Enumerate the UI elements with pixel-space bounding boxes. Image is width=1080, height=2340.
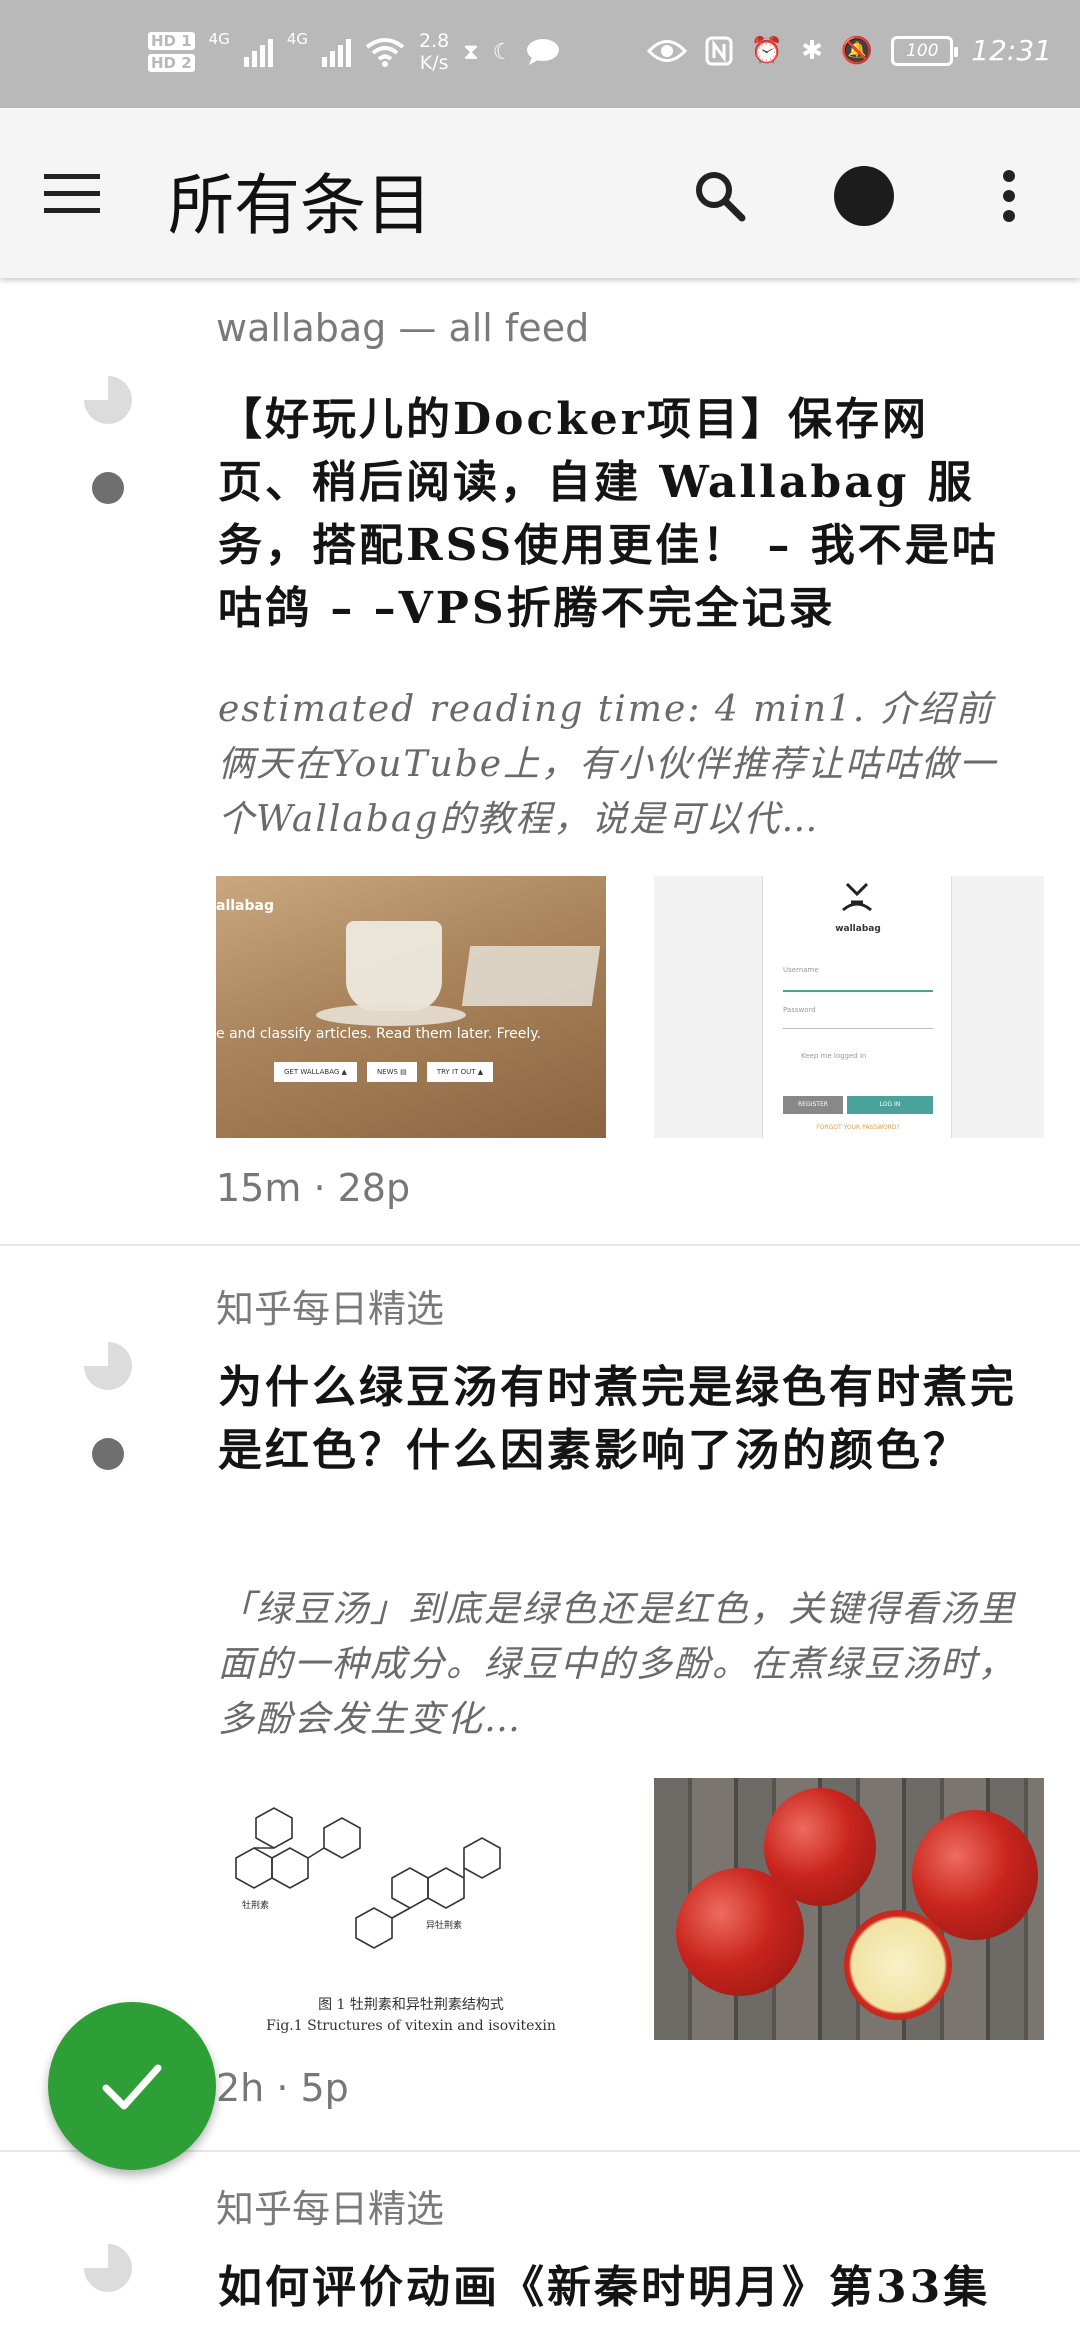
feed-name: 知乎每日精选 (216, 2187, 445, 2231)
chemical-structure-image: 牡荆素 异牡荆素 (235, 1807, 501, 1949)
speed-unit: K/s (419, 52, 449, 74)
wifi-icon (365, 38, 405, 67)
hd1-label: HD 1 (148, 32, 195, 50)
network-speed: 2.8 K/s (419, 30, 449, 74)
cup-image (346, 921, 442, 1011)
entry-excerpt: estimated reading time: 4 min1. 介绍前俩天在Yo… (218, 689, 998, 840)
thumbnail-buttons: GET WALLABAG ▲ NEWS ▤ TRY IT OUT ▲ (274, 1062, 494, 1082)
figure-caption-en: Fig.1 Structures of vitexin and isovitex… (266, 2018, 556, 2034)
papers-image (461, 946, 601, 1006)
network-type-2: 4G (286, 30, 309, 48)
unread-dot (92, 472, 124, 504)
entry-title[interactable]: 【好玩儿的Docker项目】保存网页、稍后阅读，自建 Wallabag 服务，搭… (218, 388, 1018, 640)
thumbnail-brand: allabag (216, 898, 274, 914)
password-line (783, 1028, 933, 1029)
compound-label-left: 牡荆素 (242, 1899, 269, 1911)
list-item[interactable]: 知乎每日精选 如何评价动画《新秦时明月》第33集 (0, 2152, 1080, 2340)
moon-icon: ☾ (492, 39, 513, 65)
figure-caption-cn: 图 1 牡荆素和异牡荆素结构式 (318, 1997, 504, 2013)
avatar[interactable] (834, 166, 894, 226)
app-bar: 所有条目 (0, 108, 1080, 278)
menu-icon[interactable] (44, 174, 100, 214)
bluetooth-icon: ✱ (801, 35, 823, 66)
feed-name: wallabag — all feed (216, 306, 590, 350)
username-line (783, 990, 933, 992)
thumb-button-get: GET WALLABAG ▲ (274, 1062, 357, 1082)
network-type-1: 4G (208, 30, 230, 48)
speed-value: 2.8 (419, 30, 450, 52)
list-item[interactable]: wallabag — all feed 【好玩儿的Docker项目】保存网页、稍… (0, 278, 1080, 1246)
more-options-icon[interactable] (998, 166, 1020, 226)
thumbnail-tagline: e and classify articles. Read them later… (216, 1026, 541, 1042)
mark-read-icon[interactable] (84, 376, 132, 424)
entry-meta: 2h · 5p (216, 2066, 349, 2110)
clock: 12:31 (971, 34, 1052, 67)
alarm-icon: ⏰ (750, 35, 784, 66)
remember-label: Keep me logged in (801, 1052, 867, 1060)
sim-indicator: HD 1 HD 2 (148, 32, 195, 72)
entry-thumbnail: 牡荆素 异牡荆素 图 1 牡荆素和异牡荆素结构式 Fig.1 Structure… (216, 1778, 606, 2040)
compound-label-right: 异牡荆素 (426, 1919, 462, 1931)
mark-read-icon[interactable] (84, 2244, 132, 2292)
nfc-icon (705, 36, 733, 65)
entry-meta: 15m · 28p (216, 1166, 411, 1210)
entry-title[interactable]: 如何评价动画《新秦时明月》第33集 (218, 2256, 1018, 2319)
thumb-button-news: NEWS ▤ (366, 1062, 417, 1082)
saucer-image (316, 1004, 466, 1026)
wallabag-logo-icon (842, 882, 872, 912)
hourglass-icon: ⧗ (463, 39, 479, 65)
message-icon (527, 39, 560, 65)
status-bar: HD 1 HD 2 4G 4G 2.8 K/s ⧗ ☾ ⏰ ✱ 🔕 100 12… (0, 0, 1080, 108)
signal-icon-2 (322, 37, 352, 67)
login-logo-text: wallabag (835, 924, 881, 934)
battery-level: 100 (906, 40, 939, 61)
forgot-label: FORGOT YOUR PASSWORD? (816, 1124, 900, 1131)
username-label: Username (783, 966, 819, 974)
entry-thumbnail: allabag e and classify articles. Read th… (216, 876, 606, 1138)
login-panel: wallabag Username Password Keep me logge… (762, 876, 952, 1138)
mark-all-read-button[interactable] (48, 2002, 216, 2170)
search-icon[interactable] (690, 166, 750, 226)
entry-excerpt: 「绿豆汤」到底是绿色还是红色，关键得看汤里面的一种成分。绿豆中的多酚。在煮绿豆汤… (218, 1589, 1017, 1740)
mute-icon: 🔕 (840, 35, 874, 66)
apple-half-image (844, 1910, 952, 2020)
eye-icon (646, 39, 687, 62)
login-label: LOG IN (847, 1096, 933, 1114)
signal-icon-1 (243, 37, 273, 67)
page-title: 所有条目 (168, 167, 432, 244)
register-label: REGISTER (783, 1096, 843, 1114)
check-icon (102, 2064, 162, 2110)
battery-icon: 100 (891, 35, 959, 66)
password-label: Password (783, 1006, 816, 1014)
entry-title[interactable]: 为什么绿豆汤有时煮完是绿色有时煮完是红色？什么因素影响了汤的颜色？ (218, 1356, 1018, 1482)
mark-read-icon[interactable] (84, 1342, 132, 1390)
apple-image (676, 1868, 804, 1996)
unread-dot (92, 1438, 124, 1470)
entry-thumbnail (654, 1778, 1044, 2040)
thumb-button-try: TRY IT OUT ▲ (426, 1062, 494, 1082)
entry-thumbnail: wallabag Username Password Keep me logge… (654, 876, 1044, 1138)
hd2-label: HD 2 (148, 54, 195, 72)
feed-name: 知乎每日精选 (216, 1287, 445, 1331)
